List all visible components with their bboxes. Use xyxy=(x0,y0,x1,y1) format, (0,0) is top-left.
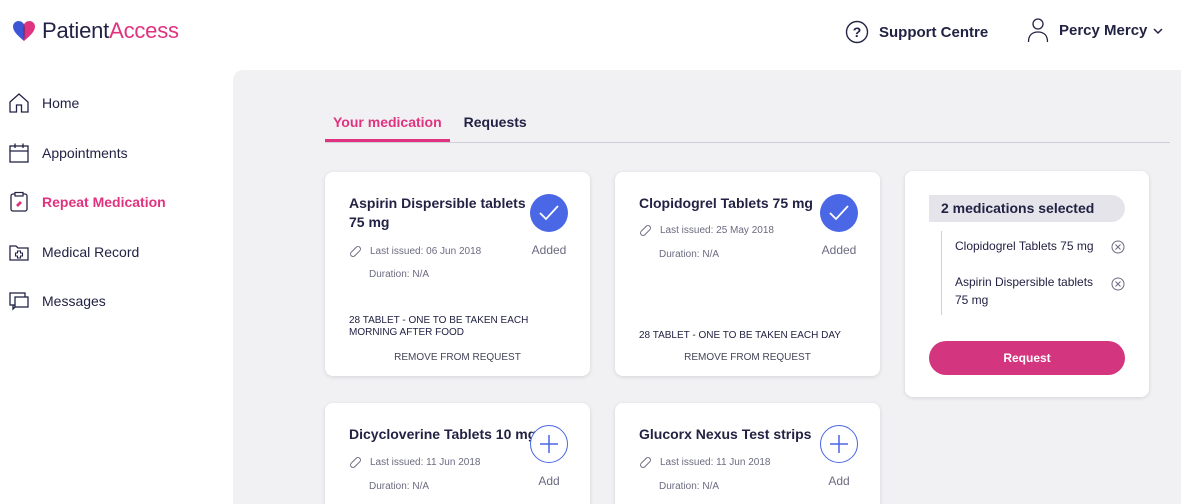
last-issued: Last issued: 25 May 2018 xyxy=(660,225,774,236)
home-icon xyxy=(8,92,30,114)
sidebar-item-label: Repeat Medication xyxy=(42,194,166,210)
messages-icon xyxy=(8,290,30,312)
remove-selected-icon[interactable] xyxy=(1111,240,1125,254)
chevron-down-icon xyxy=(1153,27,1163,34)
help-icon: ? xyxy=(845,20,869,44)
selected-medications-panel: 2 medications selected Clopidogrel Table… xyxy=(905,171,1149,397)
duration: Duration: N/A xyxy=(659,249,720,260)
sidebar-item-label: Home xyxy=(42,95,80,111)
duration: Duration: N/A xyxy=(369,481,430,492)
sidebar-item-label: Messages xyxy=(42,293,106,309)
remove-from-request-link[interactable]: REMOVE FROM REQUEST xyxy=(615,352,880,363)
medical-record-icon xyxy=(8,241,30,263)
duration: Duration: N/A xyxy=(369,269,430,280)
pill-icon xyxy=(640,457,651,468)
medication-name: Glucorx Nexus Test strips xyxy=(639,426,812,442)
checkmark-icon xyxy=(539,205,559,221)
tab-divider xyxy=(325,142,1170,143)
added-toggle[interactable] xyxy=(820,194,858,232)
medication-icon xyxy=(8,191,30,213)
user-menu[interactable]: Percy Mercy xyxy=(1027,17,1163,43)
last-issued-row: Last issued: 11 Jun 2018 xyxy=(349,456,480,469)
selected-item: Aspirin Dispersible tablets 75 mg xyxy=(955,275,1094,307)
add-status: Add xyxy=(538,474,560,488)
user-name: Percy Mercy xyxy=(1059,21,1148,39)
medication-card: Clopidogrel Tablets 75 mg Last issued: 2… xyxy=(615,172,880,376)
duration: Duration: N/A xyxy=(659,481,720,492)
sidebar-item-repeat-medication[interactable]: Repeat Medication xyxy=(8,191,166,213)
remove-selected-icon[interactable] xyxy=(1111,277,1125,291)
checkmark-icon xyxy=(829,205,849,221)
added-status: Added xyxy=(531,243,567,257)
calendar-icon xyxy=(8,142,30,164)
svg-text:?: ? xyxy=(853,24,862,40)
support-centre-link[interactable]: ? Support Centre xyxy=(845,20,988,44)
tab-requests[interactable]: Requests xyxy=(464,114,527,142)
medication-name: Clopidogrel Tablets 75 mg xyxy=(639,195,813,211)
selected-item: Clopidogrel Tablets 75 mg xyxy=(955,239,1094,253)
user-icon xyxy=(1027,18,1049,43)
medication-card: Dicycloverine Tablets 10 mg Last issued:… xyxy=(325,403,590,504)
dosage-instructions: 28 TABLET - ONE TO BE TAKEN EACH DAY xyxy=(639,330,841,341)
remove-from-request-link[interactable]: REMOVE FROM REQUEST xyxy=(325,352,590,363)
last-issued: Last issued: 11 Jun 2018 xyxy=(660,457,771,468)
added-status: Added xyxy=(821,243,857,257)
medication-name: Aspirin Dispersible tablets 75 mg xyxy=(349,195,526,230)
plus-icon xyxy=(830,435,848,453)
add-status: Add xyxy=(828,474,850,488)
support-centre-label: Support Centre xyxy=(879,23,989,41)
medication-tabs: Your medication Requests xyxy=(325,114,527,142)
patient-access-logo[interactable]: PatientAccess xyxy=(12,18,179,44)
last-issued-row: Last issued: 25 May 2018 xyxy=(639,224,774,237)
sidebar-item-appointments[interactable]: Appointments xyxy=(8,142,128,164)
medication-name: Dicycloverine Tablets 10 mg xyxy=(349,426,537,442)
pill-icon xyxy=(350,457,361,468)
medication-card: Glucorx Nexus Test strips Last issued: 1… xyxy=(615,403,880,504)
dosage-instructions: 28 TABLET - ONE TO BE TAKEN EACH MORNING… xyxy=(349,315,529,338)
added-toggle[interactable] xyxy=(530,194,568,232)
request-button[interactable]: Request xyxy=(929,341,1125,375)
add-toggle[interactable] xyxy=(530,425,568,463)
last-issued: Last issued: 06 Jun 2018 xyxy=(370,246,482,257)
last-issued: Last issued: 11 Jun 2018 xyxy=(370,457,481,468)
last-issued-row: Last issued: 06 Jun 2018 xyxy=(349,245,481,258)
sidebar-item-label: Appointments xyxy=(42,145,128,161)
selected-list-divider xyxy=(941,231,942,315)
sidebar-item-label: Medical Record xyxy=(42,244,140,260)
sidebar-item-home[interactable]: Home xyxy=(8,92,79,114)
sidebar-item-medical-record[interactable]: Medical Record xyxy=(8,241,139,263)
brand-name: PatientAccess xyxy=(42,18,179,44)
selected-count-header: 2 medications selected xyxy=(929,195,1125,222)
brand-word-1: Patient xyxy=(42,18,110,43)
plus-icon xyxy=(540,435,558,453)
medication-card: Aspirin Dispersible tablets 75 mg Last i… xyxy=(325,172,590,376)
last-issued-row: Last issued: 11 Jun 2018 xyxy=(639,456,770,469)
sidebar-item-messages[interactable]: Messages xyxy=(8,290,106,312)
pill-icon xyxy=(350,246,361,257)
heart-logo-icon xyxy=(13,21,35,41)
brand-word-2: Access xyxy=(109,18,179,43)
top-header: PatientAccess ? Support Centre Percy Mer… xyxy=(0,0,1181,66)
add-toggle[interactable] xyxy=(820,425,858,463)
tab-your-medication[interactable]: Your medication xyxy=(325,114,450,142)
pill-icon xyxy=(640,225,651,236)
